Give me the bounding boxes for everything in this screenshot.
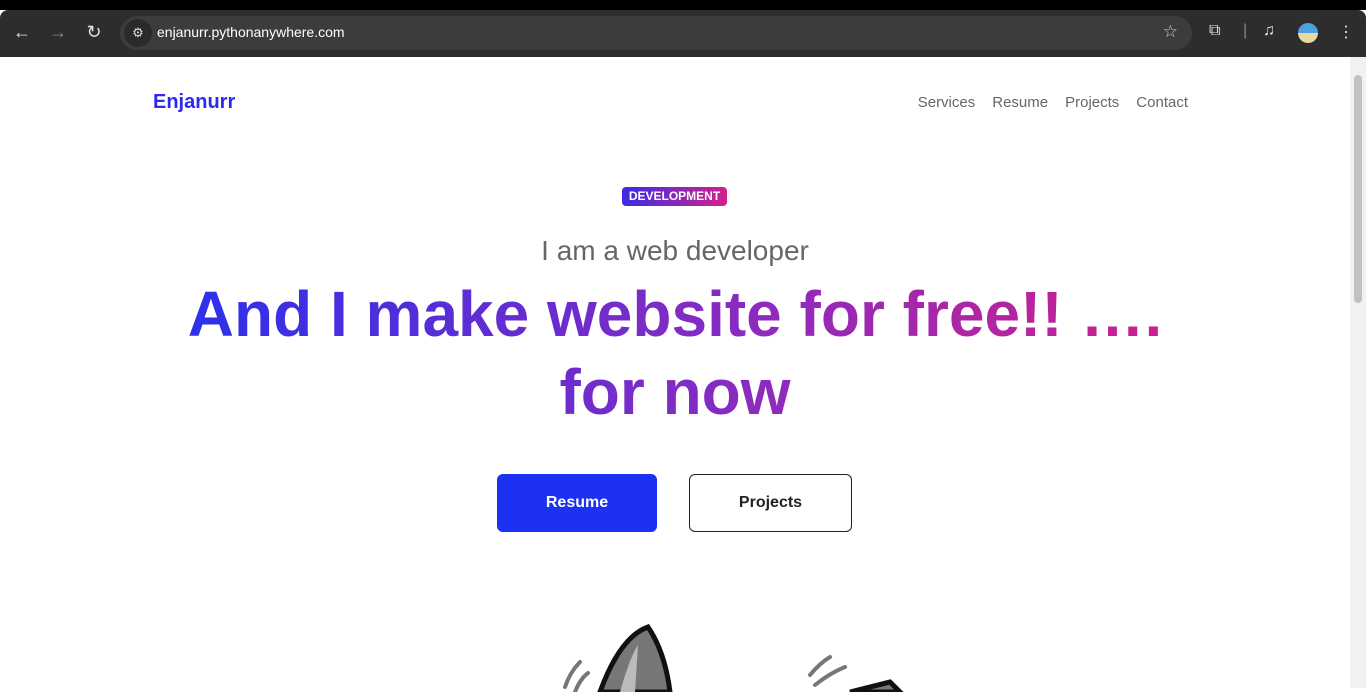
profile-avatar[interactable] [1298, 23, 1318, 43]
bookmark-star-icon[interactable]: ☆ [1163, 22, 1178, 42]
browser-toolbar: ← → ↻ ⚙ enjanurr.pythonanywhere.com ☆ ⧉ … [0, 10, 1366, 57]
tab-strip [0, 0, 1366, 10]
nav-contact[interactable]: Contact [1136, 94, 1188, 111]
nav-projects[interactable]: Projects [1065, 94, 1119, 111]
main-nav: Services Resume Projects Contact [918, 94, 1188, 111]
hero-headline: And I make website for free!! …. for now [0, 275, 1350, 431]
brand-logo[interactable]: Enjanurr [153, 91, 235, 114]
headline-line-1: And I make website for free!! …. [187, 278, 1163, 350]
scrollbar[interactable] [1350, 57, 1366, 688]
hero-subtitle: I am a web developer [541, 235, 809, 266]
nav-services[interactable]: Services [918, 94, 976, 111]
media-control-icon[interactable]: ♫ [1263, 22, 1275, 40]
forward-icon[interactable]: → [46, 22, 70, 43]
headline-line-2: for now [559, 356, 791, 428]
reload-icon[interactable]: ↻ [82, 22, 106, 43]
nav-resume[interactable]: Resume [992, 94, 1048, 111]
address-bar[interactable]: ⚙ enjanurr.pythonanywhere.com ☆ [120, 16, 1192, 50]
cat-ears-illustration [563, 623, 904, 692]
page: Enjanurr Services Resume Projects Contac… [0, 57, 1350, 692]
back-icon[interactable]: ← [10, 22, 34, 43]
projects-button[interactable]: Projects [689, 474, 852, 532]
url-text[interactable]: enjanurr.pythonanywhere.com [157, 24, 345, 40]
menu-icon[interactable]: ⋮ [1338, 22, 1354, 42]
scrollbar-thumb[interactable] [1354, 75, 1362, 303]
divider: | [1243, 22, 1248, 39]
category-badge: DEVELOPMENT [622, 187, 727, 206]
site-settings-icon[interactable]: ⚙ [124, 19, 152, 47]
extensions-icon[interactable]: ⧉ [1209, 22, 1220, 40]
resume-button[interactable]: Resume [497, 474, 657, 532]
